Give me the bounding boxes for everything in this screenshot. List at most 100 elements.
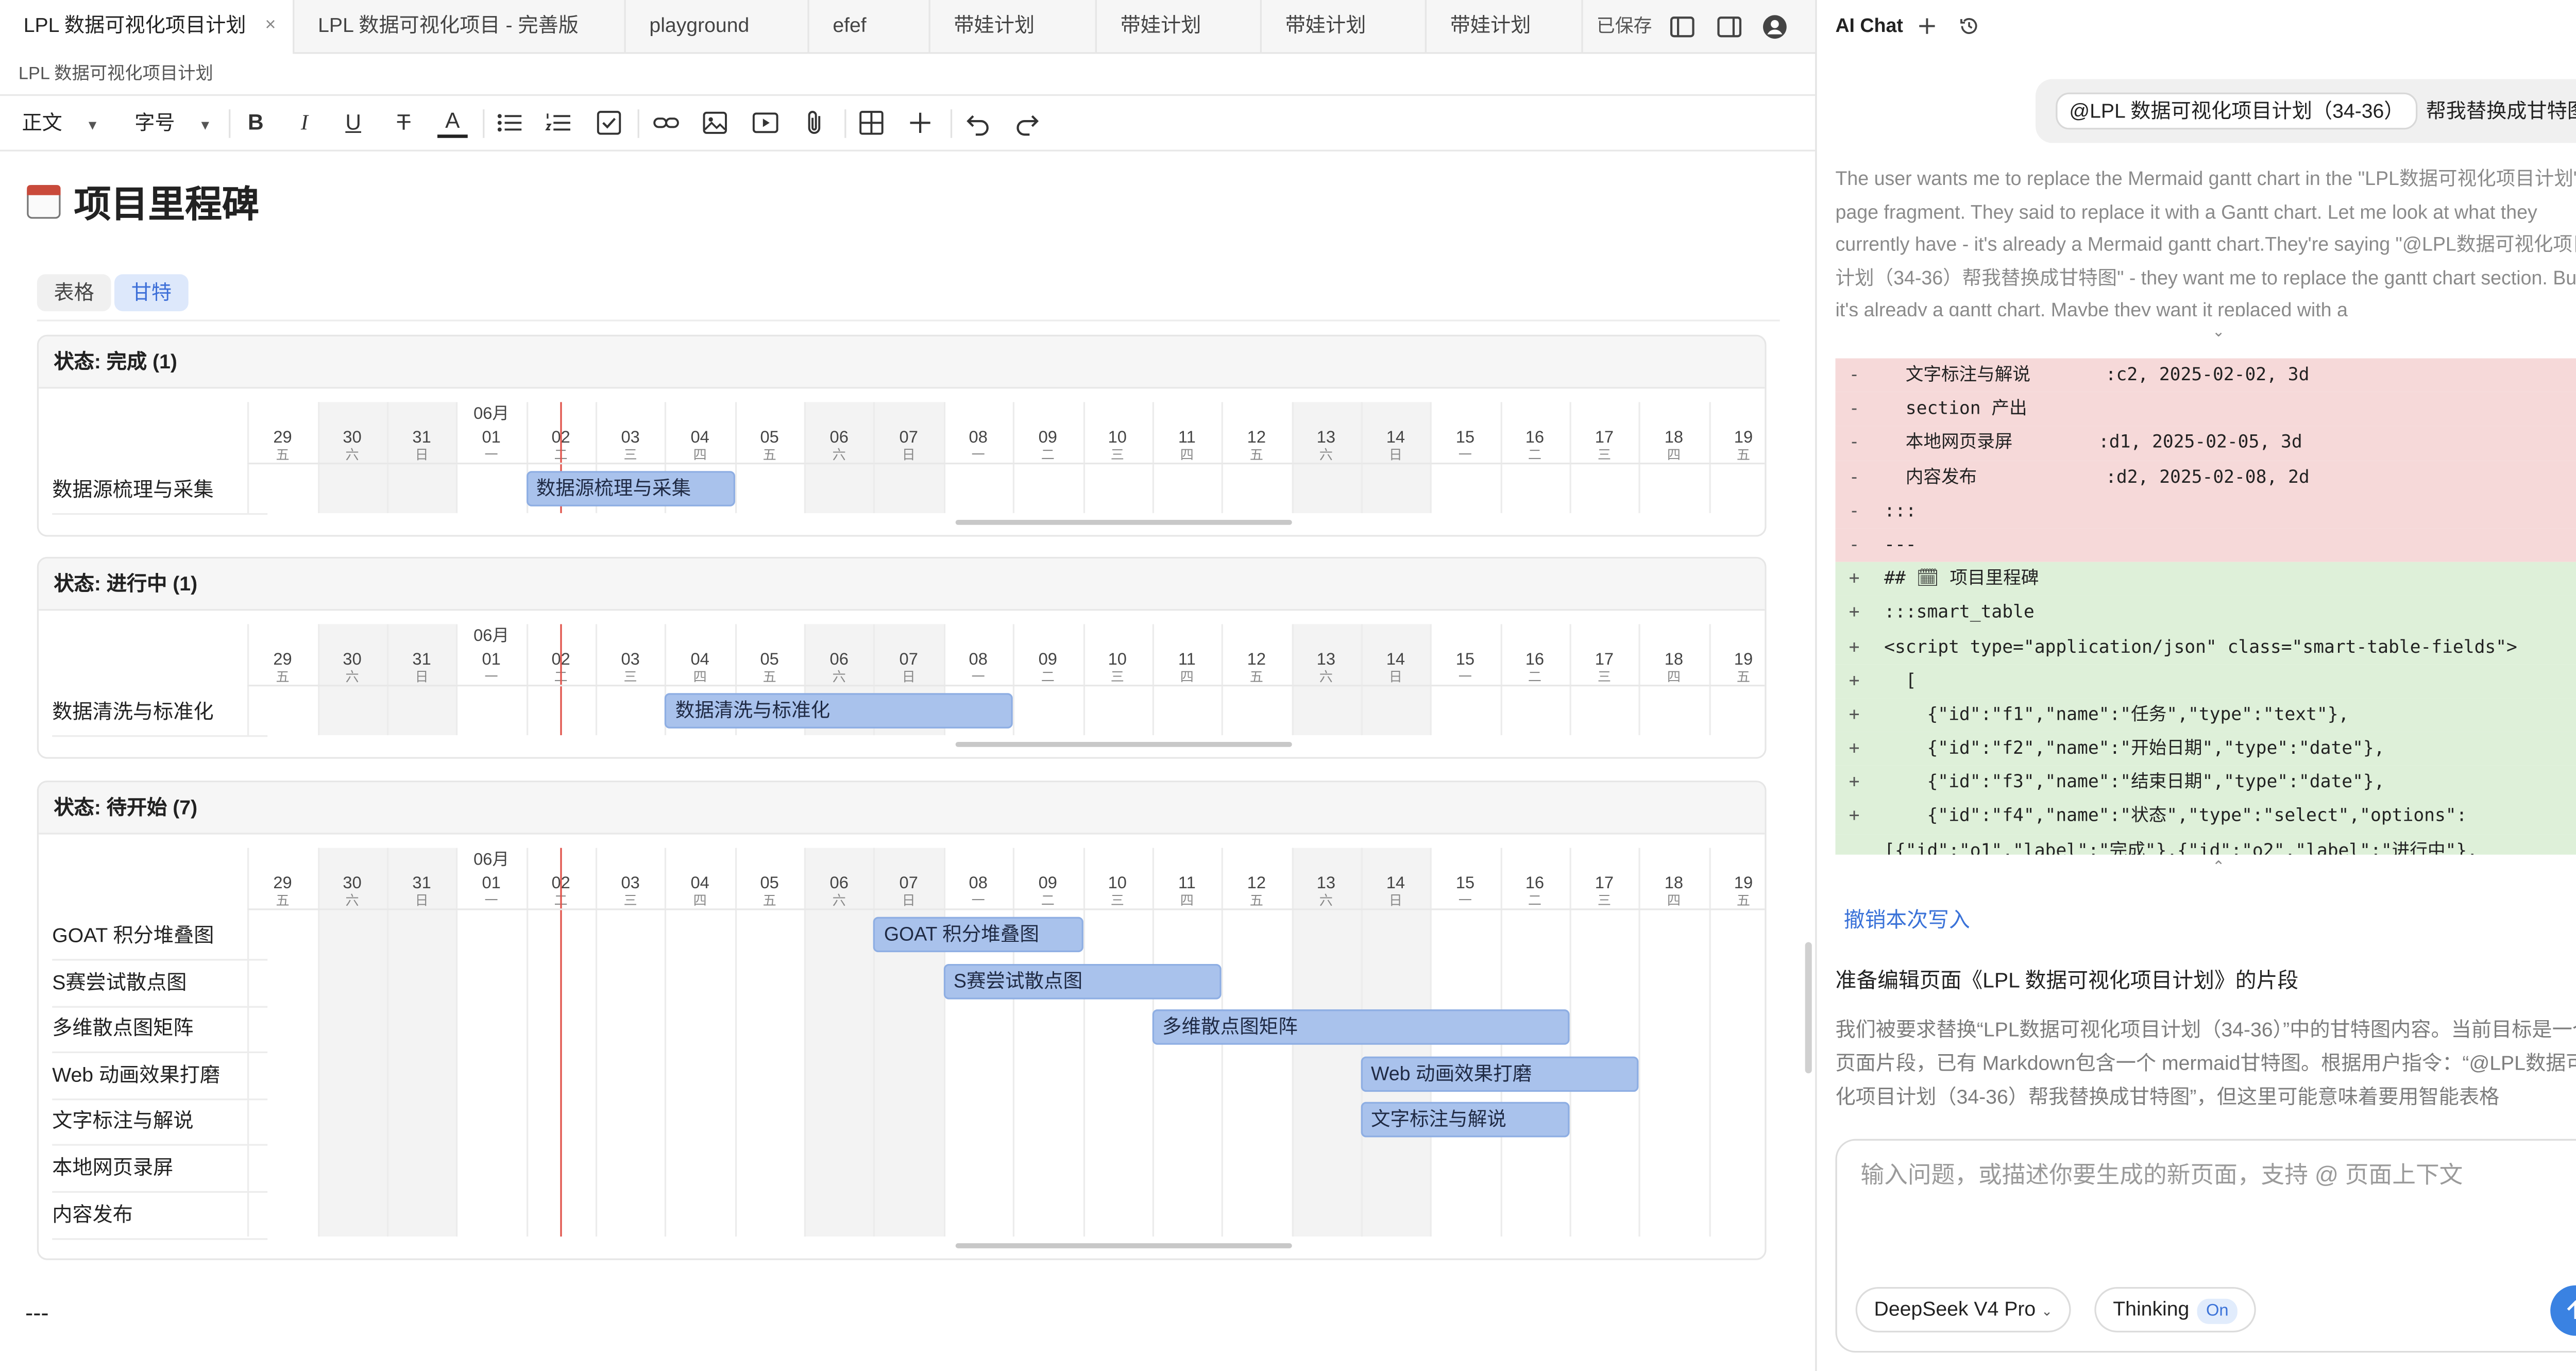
diff-sign: +	[1849, 670, 1860, 691]
new-chat-plus-icon[interactable]	[1916, 15, 1938, 37]
sidebar-right-icon[interactable]	[1716, 13, 1743, 40]
video-icon[interactable]	[750, 108, 781, 138]
text-color-icon[interactable]: A	[437, 108, 468, 138]
chat-input-placeholder[interactable]: 输入问题，或描述你要生成的新页面，支持 @ 页面上下文	[1860, 1158, 2463, 1191]
chat-input-box[interactable]: 输入问题，或描述你要生成的新页面，支持 @ 页面上下文 DeepSeek V4 …	[1835, 1139, 2576, 1353]
tab-daiwa-1[interactable]: 带娃计划	[930, 0, 1097, 54]
diff-line-added: + {"id":"f4","name":"状态","type":"select"…	[1835, 800, 2576, 834]
diff-code: ---	[1884, 535, 1917, 555]
horizontal-scrollbar[interactable]	[955, 519, 1292, 525]
tab-daiwa-3[interactable]: 带娃计划	[1262, 0, 1427, 54]
gantt-bar[interactable]: 多维散点图矩阵	[1152, 1009, 1570, 1045]
weekday-label: 二	[1528, 447, 1541, 463]
model-select[interactable]: DeepSeek V4 Pro ⌄	[1855, 1287, 2071, 1333]
day-number-label: 07	[899, 874, 918, 893]
font-size-select[interactable]: 字号 ▼	[134, 96, 212, 153]
user-avatar-icon[interactable]	[1761, 13, 1788, 40]
view-tab-gantt[interactable]: 甘特	[114, 274, 189, 312]
page-heading: 项目里程碑	[27, 175, 259, 229]
task-row-label[interactable]: GOAT 积分堆叠图	[52, 915, 268, 961]
day-number-label: 05	[760, 429, 779, 448]
paragraph-style-select[interactable]: 正文 ▼	[22, 96, 99, 153]
page-mention-chip[interactable]: @LPL 数据可视化项目计划（34-36）	[2056, 92, 2418, 130]
sidebar-left-icon[interactable]	[1669, 13, 1696, 40]
timeline-header-rule	[248, 908, 1765, 910]
close-icon[interactable]: ×	[265, 0, 276, 52]
weekday-label: 三	[623, 447, 637, 463]
undo-write-link[interactable]: 撤销本次写入	[1844, 902, 1970, 934]
weekday-label: 四	[1667, 447, 1681, 463]
diff-line-removed: - ---	[1835, 528, 2576, 563]
checklist-icon[interactable]	[594, 108, 624, 138]
tab-label: 带娃计划	[954, 13, 1035, 37]
history-icon[interactable]	[1958, 15, 1980, 37]
view-tab-table[interactable]: 表格	[37, 274, 111, 312]
day-number-label: 03	[621, 874, 640, 893]
group-title[interactable]: 状态: 完成 (1)	[39, 336, 1765, 389]
bold-icon[interactable]: B	[241, 108, 271, 138]
diff-line-removed: - 文字标注与解说 :c2, 2025-02-02, 3d	[1835, 358, 2576, 393]
tab-efef[interactable]: efef	[809, 0, 930, 54]
scrollbar[interactable]	[1805, 942, 1812, 1074]
send-button[interactable]	[2550, 1285, 2576, 1336]
day-number-label: 15	[1455, 874, 1475, 893]
group-title[interactable]: 状态: 进行中 (1)	[39, 558, 1765, 611]
task-row-label[interactable]: 数据源梳理与采集	[52, 469, 268, 515]
chevron-down-icon[interactable]: ⌄	[2212, 323, 2225, 342]
table-icon[interactable]	[856, 108, 887, 138]
bullet-list-icon[interactable]	[495, 108, 525, 138]
weekday-label: 日	[1388, 669, 1402, 685]
weekday-label: 四	[1180, 893, 1194, 909]
tab-lpl-plan[interactable]: LPL 数据可视化项目计划 ×	[0, 0, 295, 54]
task-row-label[interactable]: Web 动画效果打磨	[52, 1055, 268, 1100]
weekday-label: 三	[1597, 893, 1611, 909]
weekday-label: 五	[762, 669, 776, 685]
weekday-label: 五	[276, 447, 290, 463]
horizontal-scrollbar[interactable]	[955, 741, 1292, 747]
italic-icon[interactable]: I	[290, 108, 320, 138]
image-icon[interactable]	[700, 108, 730, 138]
tab-daiwa-2[interactable]: 带娃计划	[1097, 0, 1262, 54]
diff-line-added: + [	[1835, 664, 2576, 698]
tab-lpl-complete[interactable]: LPL 数据可视化项目 - 完善版	[294, 0, 626, 54]
tab-label: LPL 数据可视化项目 - 完善版	[318, 13, 579, 37]
thinking-toggle[interactable]: Thinking On	[2094, 1287, 2256, 1333]
gantt-bar[interactable]: 文字标注与解说	[1361, 1103, 1570, 1138]
weekday-label: 六	[1319, 669, 1333, 685]
strikethrough-icon[interactable]: T	[388, 108, 419, 138]
group-title[interactable]: 状态: 待开始 (7)	[39, 782, 1765, 835]
gantt-bar[interactable]: S赛尝试散点图	[943, 963, 1222, 999]
task-row-label[interactable]: 文字标注与解说	[52, 1101, 268, 1146]
gantt-bar[interactable]: 数据源梳理与采集	[526, 471, 735, 506]
undo-icon[interactable]	[962, 108, 993, 138]
redo-icon[interactable]	[1013, 108, 1043, 138]
task-row-label[interactable]: 本地网页录屏	[52, 1147, 268, 1193]
diff-code: {"id":"f2","name":"开始日期","type":"date"},	[1884, 738, 2385, 759]
gantt-bar[interactable]: GOAT 积分堆叠图	[874, 917, 1083, 953]
day-number-label: 18	[1664, 429, 1684, 448]
diff-sign: -	[1849, 467, 1860, 487]
task-row-label[interactable]: S赛尝试散点图	[52, 961, 268, 1007]
gantt-bar[interactable]: Web 动画效果打磨	[1361, 1056, 1639, 1092]
task-row-label[interactable]: 内容发布	[52, 1194, 268, 1240]
code-diff: - 文字标注与解说 :c2, 2025-02-02, 3d - section 产…	[1835, 358, 2576, 855]
breadcrumb[interactable]: LPL 数据可视化项目计划	[19, 61, 213, 86]
task-row-label[interactable]: 数据清洗与标准化	[52, 691, 268, 737]
weekday-label: 三	[1110, 669, 1124, 685]
numbered-list-icon[interactable]	[544, 108, 574, 138]
task-row-label[interactable]: 多维散点图矩阵	[52, 1008, 268, 1054]
weekday-label: 日	[415, 893, 429, 909]
chevron-up-icon[interactable]: ⌃	[2212, 858, 2225, 876]
thinking-text: The user wants me to replace the Mermaid…	[1835, 170, 2576, 316]
day-number-label: 14	[1386, 651, 1405, 670]
underline-icon[interactable]: U	[338, 108, 368, 138]
tab-playground[interactable]: playground	[626, 0, 809, 54]
gantt-bar[interactable]: 数据清洗与标准化	[665, 693, 1013, 729]
insert-plus-icon[interactable]	[905, 108, 936, 138]
link-icon[interactable]	[651, 108, 682, 138]
tab-label: 带娃计划	[1285, 13, 1366, 37]
attachment-icon[interactable]	[799, 108, 829, 138]
weekday-label: 六	[832, 893, 846, 909]
tab-daiwa-4[interactable]: 带娃计划	[1427, 0, 1583, 54]
horizontal-scrollbar[interactable]	[955, 1243, 1292, 1248]
